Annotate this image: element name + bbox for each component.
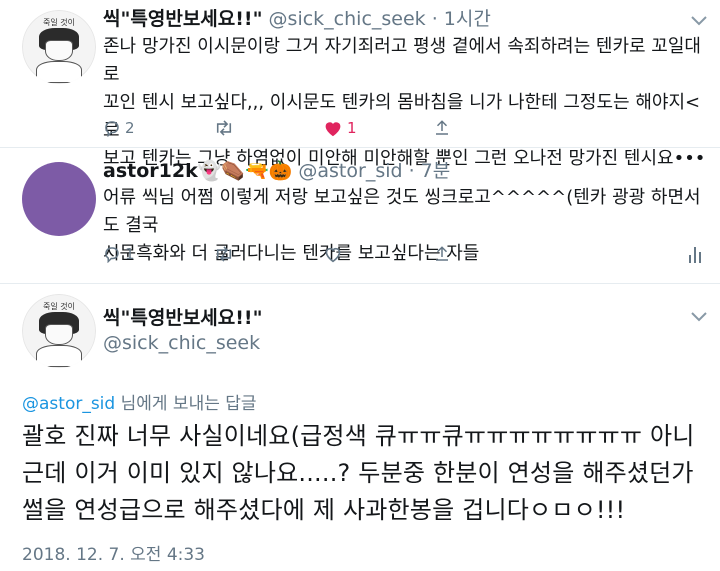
- share-icon: [436, 246, 448, 261]
- handle[interactable]: @sick_chic_seek: [103, 332, 260, 354]
- reply-to-line: @astor_sid 님에게 보내는 답글: [22, 389, 257, 414]
- reply-count: 2: [125, 119, 135, 137]
- reply-count: 1: [125, 245, 135, 263]
- reply-icon: [105, 121, 119, 137]
- avatar[interactable]: 죽일 것이다: [22, 10, 96, 84]
- display-name[interactable]: 씩"특영반보세요!!": [103, 307, 263, 329]
- like-count: 1: [347, 119, 357, 137]
- reply-button[interactable]: 1: [103, 245, 135, 263]
- retweet-icon: [216, 246, 232, 262]
- heart-filled-icon: [325, 122, 341, 137]
- reply-to-suffix: 님에게 보내는 답글: [115, 394, 257, 414]
- timestamp[interactable]: 2018. 12. 7. 오전 4:33: [22, 540, 205, 565]
- tweet-2[interactable]: astor12k👻⚰️🔫🎃 @astor_sid · 7분 어류 씩님 어쩜 이…: [0, 148, 720, 283]
- share-icon: [436, 120, 448, 135]
- retweet-button[interactable]: [213, 119, 239, 137]
- more-chevron-icon[interactable]: [690, 12, 708, 31]
- heart-icon: [325, 247, 341, 263]
- reply-icon: [105, 247, 119, 263]
- display-name[interactable]: astor12k👻⚰️🔫🎃: [103, 160, 292, 182]
- retweet-button[interactable]: [213, 245, 235, 263]
- share-button[interactable]: [433, 119, 451, 137]
- avatar[interactable]: 죽일 것이다: [22, 294, 96, 368]
- display-name[interactable]: 씩"특영반보세요!!": [103, 8, 263, 30]
- more-chevron-icon[interactable]: [690, 308, 708, 327]
- like-button[interactable]: [323, 245, 343, 263]
- like-button[interactable]: 1: [323, 119, 357, 137]
- avatar[interactable]: [22, 162, 96, 236]
- retweet-icon: [216, 120, 232, 136]
- handle-time[interactable]: @sick_chic_seek · 1시간: [269, 8, 491, 30]
- analytics-icon: [689, 247, 701, 263]
- analytics-button[interactable]: [688, 245, 702, 263]
- reply-button[interactable]: 2: [103, 119, 135, 137]
- reply-to-link[interactable]: @astor_sid: [22, 394, 115, 414]
- handle-time[interactable]: @astor_sid · 7분: [298, 160, 450, 182]
- main-tweet-text: 괄호 진짜 너무 사실이네요(급정색 큐ㅠㅠ큐ㅠㅠㅠㅠㅠㅠㅠㅠ 아니 근데 이거…: [22, 422, 695, 524]
- share-button[interactable]: [433, 245, 451, 263]
- tweet-1[interactable]: 죽일 것이다 씩"특영반보세요!!" @sick_chic_seek · 1시간…: [0, 0, 720, 169]
